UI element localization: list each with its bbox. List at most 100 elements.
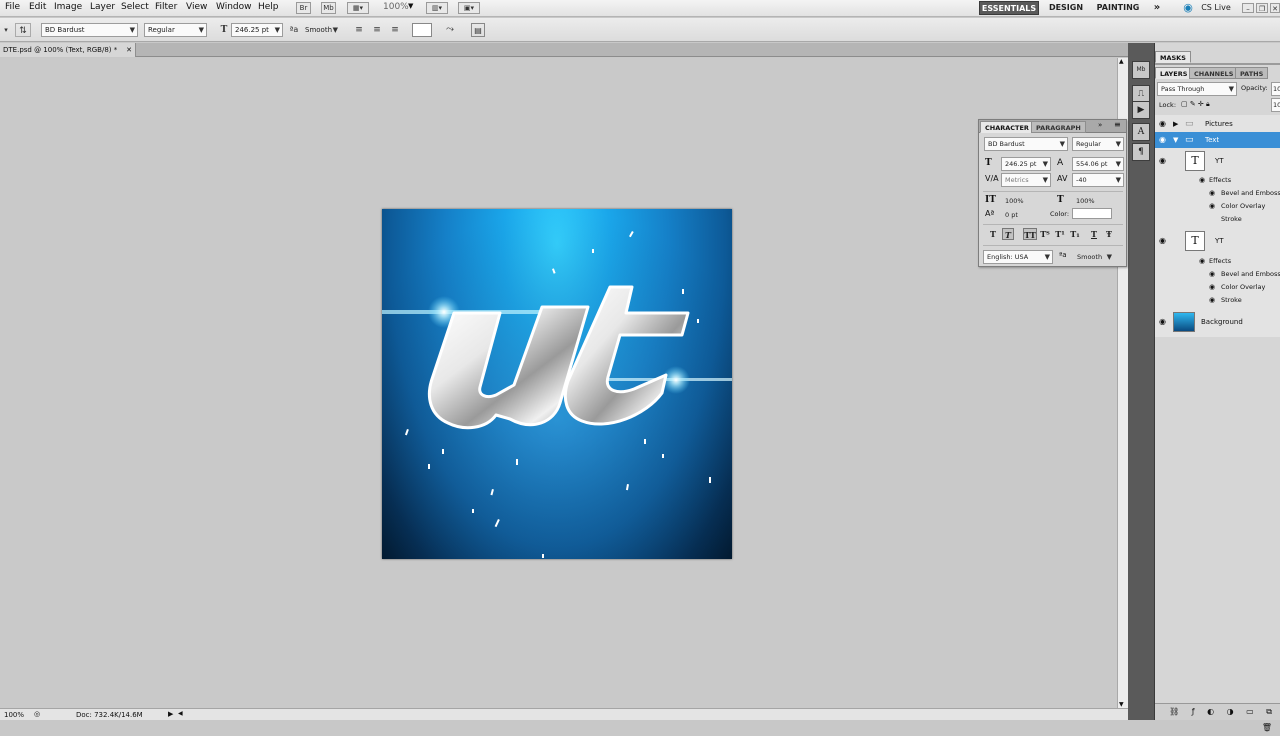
fill-input[interactable]: 10	[1271, 98, 1280, 112]
menu-filter[interactable]: Filter	[155, 2, 177, 12]
bridge-button[interactable]: Br	[296, 2, 311, 14]
eye-icon[interactable]: ◉	[1159, 153, 1166, 169]
antialias-select[interactable]: Smooth ▼	[301, 23, 341, 37]
actions-panel-icon[interactable]: ▶	[1132, 101, 1150, 119]
lock-icons[interactable]: ▢ ✎ ✛ 🔒︎	[1181, 100, 1210, 109]
small-caps-button[interactable]: Tᵀ	[1038, 228, 1052, 240]
char-leading-input[interactable]: 554.06 pt ▼	[1072, 157, 1124, 171]
status-zoom[interactable]: 100%	[4, 711, 24, 719]
workspace-more-button[interactable]: »	[1150, 1, 1164, 15]
char-font-style-select[interactable]: Regular ▼	[1072, 137, 1124, 151]
font-style-select[interactable]: Regular ▼	[144, 23, 207, 37]
char-tracking-select[interactable]: -40 ▼	[1072, 173, 1124, 187]
text-color-swatch[interactable]	[412, 23, 432, 37]
collapse-panel-icon[interactable]: »	[1098, 121, 1102, 129]
character-panel-icon[interactable]: A	[1132, 123, 1150, 141]
minimize-button[interactable]: –	[1242, 3, 1254, 13]
effect-bevel-emboss[interactable]: ◉ Bevel and Emboss	[1155, 268, 1280, 281]
scroll-left-icon[interactable]: ◀	[178, 710, 183, 717]
align-left-icon[interactable]: ≡	[352, 23, 366, 37]
all-caps-button[interactable]: TT	[1023, 228, 1037, 240]
panel-menu-icon[interactable]: ≡	[1114, 120, 1121, 129]
eye-icon[interactable]: ◉	[1209, 294, 1215, 307]
mini-bridge-panel-icon[interactable]: Mb	[1132, 61, 1150, 79]
tab-layers[interactable]: LAYERS	[1155, 67, 1193, 79]
tool-preset-dropdown-icon[interactable]: ▾	[2, 23, 10, 37]
char-baseline-input[interactable]: 0 pt	[1001, 208, 1041, 222]
menu-window[interactable]: Window	[216, 2, 252, 12]
document-tab[interactable]: DTE.psd @ 100% (Text, RGB/8) * ✕	[0, 43, 136, 57]
layer-group-text[interactable]: ◉ ▼ ▭ Text	[1155, 132, 1280, 148]
effect-stroke[interactable]: ◉ Stroke	[1155, 294, 1280, 307]
eye-icon[interactable]: ◉	[1209, 200, 1215, 213]
scroll-down-icon[interactable]: ▼	[1119, 701, 1124, 708]
eye-icon[interactable]: ◉	[1159, 132, 1166, 148]
char-color-swatch[interactable]	[1072, 208, 1112, 219]
blend-mode-select[interactable]: Pass Through ▼	[1157, 82, 1237, 96]
expand-arrow-icon[interactable]: ▶	[1173, 116, 1178, 132]
faux-italic-button[interactable]: T	[1002, 228, 1014, 240]
eye-icon[interactable]: ◉	[1159, 233, 1166, 249]
font-size-input[interactable]: 246.25 pt ▼	[231, 23, 283, 37]
warp-text-icon[interactable]: ⤳	[443, 23, 457, 37]
canvas-artwork[interactable]	[382, 209, 732, 559]
char-antialias-select[interactable]: Smooth ▼	[1073, 250, 1115, 264]
layer-background[interactable]: ◉ Background	[1155, 310, 1280, 334]
tab-paragraph[interactable]: PARAGRAPH	[1031, 121, 1086, 133]
text-orientation-toggle-icon[interactable]: ⇅	[15, 23, 31, 37]
menu-help[interactable]: Help	[258, 2, 279, 12]
paragraph-panel-icon[interactable]: ¶	[1132, 143, 1150, 161]
layers-panel-footer-icons[interactable]: ⛓ ƒ ◐ ◑ ▭ ⧉ 🗑︎	[1155, 703, 1280, 732]
eye-icon[interactable]: ◉	[1209, 268, 1215, 281]
layer-yt-1[interactable]: ◉ T YT	[1155, 149, 1280, 173]
scroll-up-icon[interactable]: ▲	[1119, 58, 1124, 65]
effect-color-overlay[interactable]: ◉ Color Overlay	[1155, 281, 1280, 294]
align-center-icon[interactable]: ≡	[370, 23, 384, 37]
collapse-arrow-icon[interactable]: ▼	[1173, 132, 1178, 148]
char-kerning-select[interactable]: Metrics ▼	[1001, 173, 1051, 187]
tab-masks[interactable]: MASKS	[1155, 51, 1191, 63]
char-font-size-input[interactable]: 246.25 pt ▼	[1001, 157, 1051, 171]
char-vscale-input[interactable]: 100%	[1001, 194, 1041, 208]
menu-edit[interactable]: Edit	[29, 2, 46, 12]
workspace-design[interactable]: DESIGN	[1045, 1, 1087, 15]
language-select[interactable]: English: USA ▼	[983, 250, 1053, 264]
faux-bold-button[interactable]: T	[987, 228, 999, 240]
layer-group-pictures[interactable]: ◉ ▶ ▭ Pictures	[1155, 116, 1280, 132]
underline-button[interactable]: T	[1088, 228, 1100, 240]
view-extras-icon[interactable]: ▦▾	[347, 2, 369, 14]
superscript-button[interactable]: T¹	[1054, 228, 1066, 240]
menu-image[interactable]: Image	[54, 2, 82, 12]
eye-icon[interactable]: ◉	[1159, 116, 1166, 132]
char-font-family-select[interactable]: BD Bardust ▼	[984, 137, 1068, 151]
zoom-level[interactable]: 100%	[383, 2, 409, 12]
effect-bevel-emboss[interactable]: ◉ Bevel and Emboss	[1155, 187, 1280, 200]
arrange-documents-icon[interactable]: ▥▾	[426, 2, 448, 14]
close-button[interactable]: ✕	[1270, 3, 1280, 13]
close-icon[interactable]: ✕	[126, 43, 132, 57]
mini-bridge-button[interactable]: Mb	[321, 2, 336, 14]
workspace-painting[interactable]: PAINTING	[1094, 1, 1142, 15]
eye-icon[interactable]: ◉	[1209, 187, 1215, 200]
tab-paths[interactable]: PATHS	[1235, 67, 1269, 79]
effect-stroke[interactable]: Stroke	[1155, 213, 1280, 226]
screen-mode-icon[interactable]: ▣▾	[458, 2, 480, 14]
eye-icon[interactable]: ◉	[1209, 281, 1215, 294]
font-family-select[interactable]: BD Bardust ▼	[41, 23, 138, 37]
status-menu-arrow-icon[interactable]: ▶	[168, 710, 173, 718]
eye-icon[interactable]: ◉	[1199, 255, 1205, 268]
tab-channels[interactable]: CHANNELS	[1189, 67, 1239, 79]
layer-yt-2[interactable]: ◉ T YT	[1155, 229, 1280, 253]
menu-layer[interactable]: Layer	[90, 2, 115, 12]
menu-select[interactable]: Select	[121, 2, 149, 12]
tab-character[interactable]: CHARACTER	[980, 121, 1034, 133]
workspace-essentials[interactable]: ESSENTIALS	[979, 1, 1039, 15]
toggle-character-panel-icon[interactable]: ▤	[471, 23, 485, 37]
restore-button[interactable]: ❐	[1256, 3, 1268, 13]
cs-live-menu[interactable]: CS Live	[1196, 1, 1236, 15]
subscript-button[interactable]: T₁	[1069, 228, 1081, 240]
char-hscale-input[interactable]: 100%	[1072, 194, 1112, 208]
effects-row[interactable]: ◉ Effects	[1155, 255, 1280, 268]
eye-icon[interactable]: ◉	[1159, 314, 1166, 330]
menu-view[interactable]: View	[186, 2, 207, 12]
